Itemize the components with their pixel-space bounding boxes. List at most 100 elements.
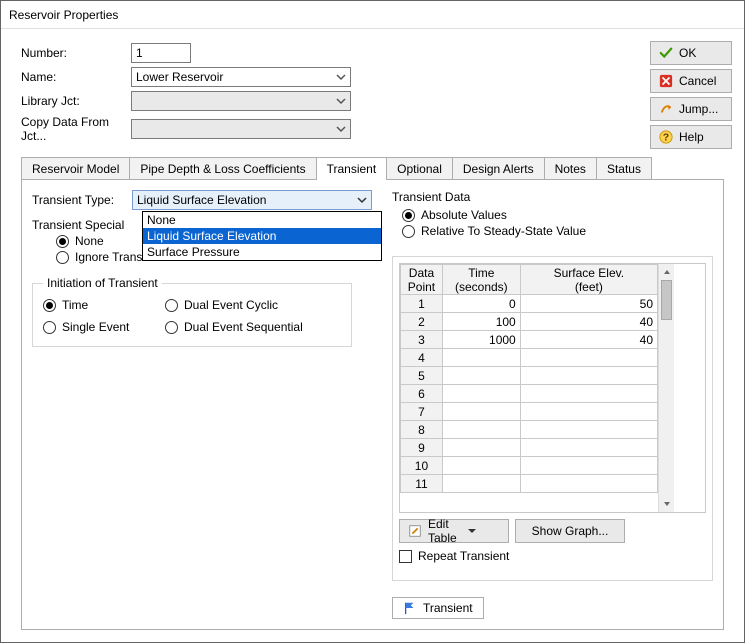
scrollbar-vertical[interactable] bbox=[658, 264, 674, 512]
cell-index: 2 bbox=[401, 313, 443, 331]
transient-type-combo[interactable]: Liquid Surface Elevation bbox=[132, 190, 372, 210]
edit-table-button[interactable]: Edit Table bbox=[399, 519, 509, 543]
cell-time[interactable] bbox=[442, 439, 520, 457]
transient-data-grid[interactable]: Data Point Time (seconds) Surface Elev. … bbox=[399, 263, 706, 513]
cell-time[interactable] bbox=[442, 421, 520, 439]
cell-elev[interactable] bbox=[520, 349, 657, 367]
tab-status[interactable]: Status bbox=[596, 157, 652, 179]
table-row[interactable]: 7 bbox=[401, 403, 658, 421]
cell-index: 3 bbox=[401, 331, 443, 349]
tab-reservoir-model[interactable]: Reservoir Model bbox=[21, 157, 130, 179]
radio-td-absolute[interactable] bbox=[402, 209, 415, 222]
cell-time[interactable] bbox=[442, 385, 520, 403]
chevron-down-icon bbox=[467, 526, 500, 536]
col-elev[interactable]: Surface Elev. (feet) bbox=[520, 265, 657, 295]
transient-type-dropdown[interactable]: None Liquid Surface Elevation Surface Pr… bbox=[142, 211, 382, 261]
table-row[interactable]: 9 bbox=[401, 439, 658, 457]
cell-time[interactable]: 0 bbox=[442, 295, 520, 313]
cell-index: 7 bbox=[401, 403, 443, 421]
option-none[interactable]: None bbox=[143, 212, 381, 228]
cell-elev[interactable] bbox=[520, 385, 657, 403]
cell-time[interactable]: 1000 bbox=[442, 331, 520, 349]
radio-init-time-label: Time bbox=[62, 298, 88, 312]
cell-elev[interactable]: 40 bbox=[520, 331, 657, 349]
radio-td-relative[interactable] bbox=[402, 225, 415, 238]
radio-init-single[interactable] bbox=[43, 321, 56, 334]
show-graph-button[interactable]: Show Graph... bbox=[515, 519, 625, 543]
library-label: Library Jct: bbox=[21, 94, 131, 108]
scroll-up-icon[interactable] bbox=[659, 264, 674, 280]
table-row[interactable]: 1050 bbox=[401, 295, 658, 313]
transient-type-value: Liquid Surface Elevation bbox=[137, 193, 266, 207]
cell-elev[interactable] bbox=[520, 367, 657, 385]
edit-icon bbox=[408, 524, 422, 538]
tab-optional[interactable]: Optional bbox=[386, 157, 453, 179]
table-row[interactable]: 4 bbox=[401, 349, 658, 367]
tab-transient[interactable]: Transient bbox=[316, 157, 388, 180]
tabstrip: Reservoir Model Pipe Depth & Loss Coeffi… bbox=[21, 157, 724, 179]
check-icon bbox=[659, 46, 673, 60]
jump-button[interactable]: Jump... bbox=[650, 97, 732, 121]
table-row[interactable]: 3100040 bbox=[401, 331, 658, 349]
table-row[interactable]: 210040 bbox=[401, 313, 658, 331]
radio-init-cyclic-label: Dual Event Cyclic bbox=[184, 298, 278, 312]
mini-tab-transient[interactable]: Transient bbox=[392, 597, 484, 619]
help-label: Help bbox=[679, 130, 723, 144]
ok-label: OK bbox=[679, 46, 723, 60]
cell-elev[interactable]: 50 bbox=[520, 295, 657, 313]
radio-init-single-label: Single Event bbox=[62, 320, 129, 334]
cell-elev[interactable] bbox=[520, 457, 657, 475]
tab-notes[interactable]: Notes bbox=[544, 157, 597, 179]
radio-init-time[interactable] bbox=[43, 299, 56, 312]
cell-time[interactable]: 100 bbox=[442, 313, 520, 331]
cell-index: 11 bbox=[401, 475, 443, 493]
initiation-group: Initiation of Transient Time Dual Event … bbox=[32, 276, 352, 347]
col-data-point[interactable]: Data Point bbox=[401, 265, 443, 295]
cell-time[interactable] bbox=[442, 403, 520, 421]
scroll-down-icon[interactable] bbox=[659, 496, 674, 512]
library-combo[interactable] bbox=[131, 91, 351, 111]
table-row[interactable]: 8 bbox=[401, 421, 658, 439]
radio-init-cyclic[interactable] bbox=[165, 299, 178, 312]
option-surface-pressure[interactable]: Surface Pressure bbox=[143, 244, 381, 260]
cell-index: 5 bbox=[401, 367, 443, 385]
cell-elev[interactable] bbox=[520, 403, 657, 421]
cell-time[interactable] bbox=[442, 367, 520, 385]
table-row[interactable]: 11 bbox=[401, 475, 658, 493]
option-liquid-surface-elevation[interactable]: Liquid Surface Elevation bbox=[143, 228, 381, 244]
cell-elev[interactable] bbox=[520, 421, 657, 439]
number-input[interactable] bbox=[131, 43, 191, 63]
number-label: Number: bbox=[21, 46, 131, 60]
cell-time[interactable] bbox=[442, 457, 520, 475]
cancel-button[interactable]: Cancel bbox=[650, 69, 732, 93]
table-row[interactable]: 6 bbox=[401, 385, 658, 403]
col-time[interactable]: Time (seconds) bbox=[442, 265, 520, 295]
cell-index: 10 bbox=[401, 457, 443, 475]
repeat-transient-label: Repeat Transient bbox=[418, 549, 509, 563]
cell-elev[interactable]: 40 bbox=[520, 313, 657, 331]
chevron-down-icon bbox=[336, 124, 346, 134]
radio-ts-ignore[interactable] bbox=[56, 251, 69, 264]
radio-td-absolute-label: Absolute Values bbox=[421, 208, 507, 222]
help-button[interactable]: ? Help bbox=[650, 125, 732, 149]
cell-elev[interactable] bbox=[520, 475, 657, 493]
radio-init-seq[interactable] bbox=[165, 321, 178, 334]
radio-ts-none[interactable] bbox=[56, 235, 69, 248]
edit-table-label: Edit Table bbox=[428, 517, 461, 545]
jump-label: Jump... bbox=[679, 102, 723, 116]
scroll-thumb[interactable] bbox=[661, 280, 672, 320]
cell-time[interactable] bbox=[442, 475, 520, 493]
tab-pipe-depth[interactable]: Pipe Depth & Loss Coefficients bbox=[129, 157, 316, 179]
cell-time[interactable] bbox=[442, 349, 520, 367]
table-row[interactable]: 10 bbox=[401, 457, 658, 475]
repeat-transient-checkbox[interactable] bbox=[399, 550, 412, 563]
tab-design-alerts[interactable]: Design Alerts bbox=[452, 157, 545, 179]
name-combo[interactable]: Lower Reservoir bbox=[131, 67, 351, 87]
ok-button[interactable]: OK bbox=[650, 41, 732, 65]
cell-index: 6 bbox=[401, 385, 443, 403]
cell-elev[interactable] bbox=[520, 439, 657, 457]
show-graph-label: Show Graph... bbox=[524, 524, 616, 538]
cross-icon bbox=[659, 74, 673, 88]
table-row[interactable]: 5 bbox=[401, 367, 658, 385]
copy-combo[interactable] bbox=[131, 119, 351, 139]
